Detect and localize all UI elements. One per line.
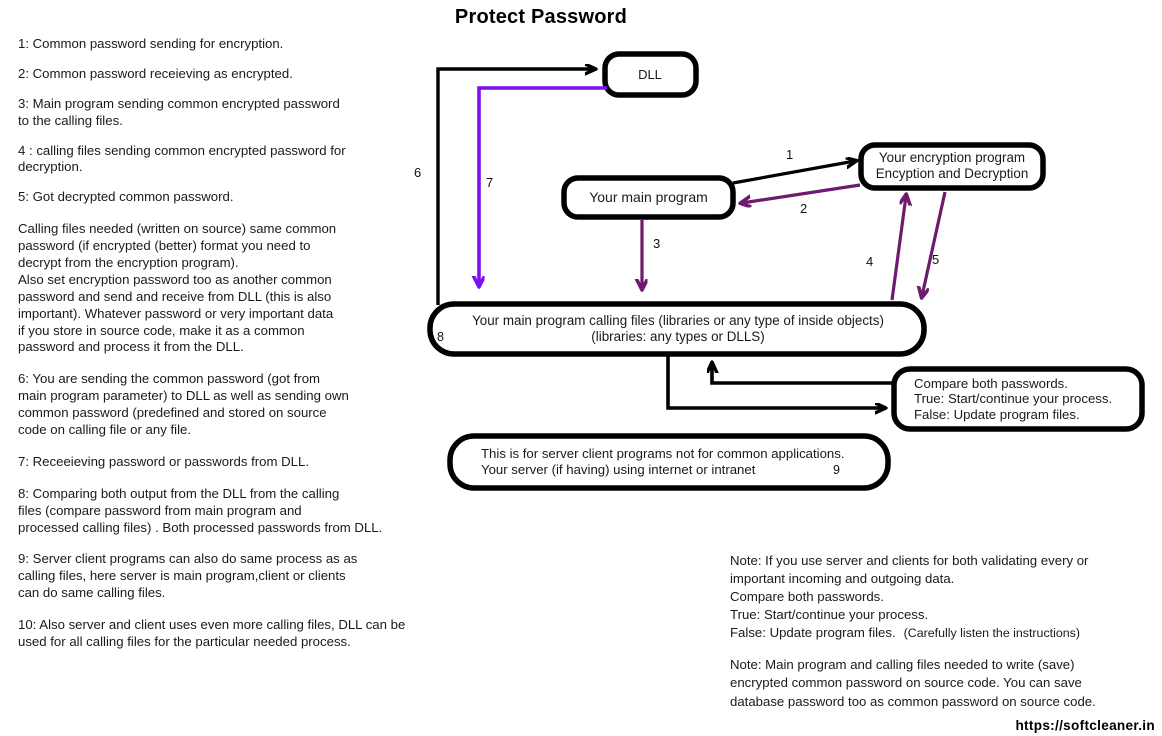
- site-url[interactable]: https://softcleaner.in: [730, 718, 1155, 733]
- arrow-label-1: 1: [786, 147, 794, 162]
- arrow-label-3: 3: [653, 236, 661, 251]
- note-server-clients: Note: If you use server and clients for …: [730, 552, 1155, 642]
- server-client-box[interactable]: This is for server client programs not f…: [455, 437, 880, 487]
- arrow-label-5: 5: [932, 252, 940, 267]
- arrow-1: [732, 161, 855, 185]
- server-client-box-label: This is for server client programs not f…: [481, 446, 845, 477]
- notes-section: Note: If you use server and clients for …: [730, 552, 1155, 725]
- arrow-8-return: [712, 364, 894, 385]
- encryption-program-box[interactable]: Your encryption program Encyption and De…: [862, 145, 1042, 187]
- arrow-label-6: 6: [414, 165, 422, 180]
- arrow-label-7: 7: [486, 175, 494, 190]
- compare-box[interactable]: Compare both passwords. True: Start/cont…: [896, 370, 1141, 428]
- calling-files-box-label: Your main program calling files (librari…: [472, 313, 884, 344]
- arrow-label-9: 9: [833, 463, 840, 477]
- encryption-program-box-label: Your encryption program Encyption and De…: [875, 150, 1029, 181]
- note-main-program: Note: Main program and calling files nee…: [730, 657, 1096, 709]
- main-program-box[interactable]: Your main program: [565, 178, 732, 216]
- compare-box-label: Compare both passwords. True: Start/cont…: [914, 375, 1113, 422]
- note-instructions-text: (Carefully listen the instructions): [903, 626, 1080, 641]
- arrow-label-2: 2: [800, 201, 808, 216]
- dll-box-label: DLL: [638, 66, 662, 82]
- main-program-box-label: Your main program: [589, 188, 708, 205]
- arrow-label-4: 4: [866, 254, 874, 269]
- arrow-4: [890, 196, 906, 301]
- arrow-label-8: 8: [437, 330, 444, 344]
- arrow-5: [922, 191, 947, 296]
- dll-box[interactable]: DLL: [605, 54, 695, 95]
- calling-files-box[interactable]: Your main program calling files (librari…: [432, 305, 924, 353]
